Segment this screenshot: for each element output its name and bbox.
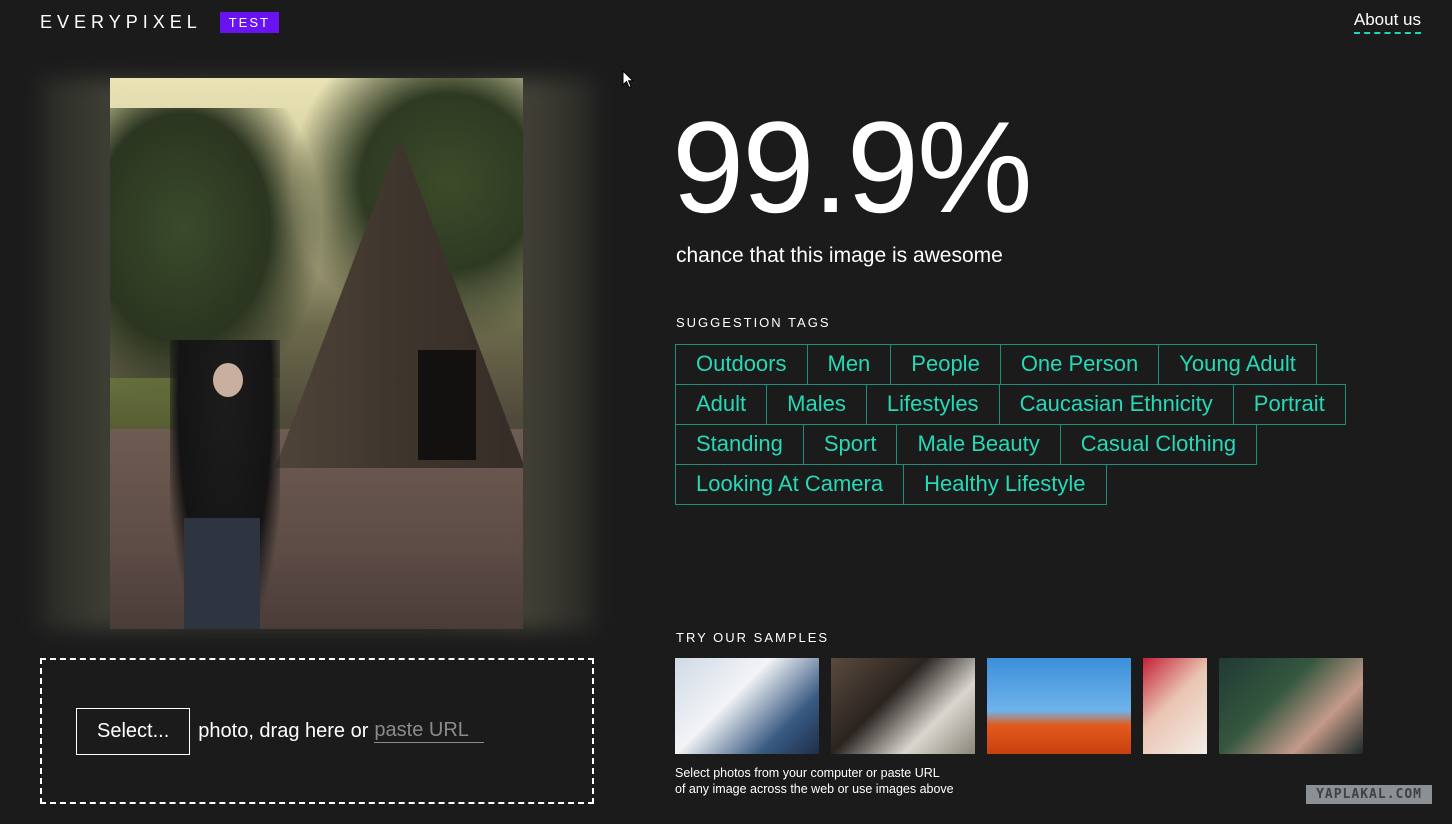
sample-business-team[interactable] (675, 658, 819, 754)
drop-instruction: photo, drag here or (198, 719, 369, 742)
sample-couple-forest[interactable] (1219, 658, 1363, 754)
logo-wordmark[interactable]: EVERYPIXEL (40, 12, 202, 33)
sample-red-dune[interactable] (987, 658, 1131, 754)
mouse-pointer-icon (622, 70, 634, 89)
samples-hint-line: of any image across the web or use image… (675, 782, 954, 796)
tag-row: Outdoors Men People One Person Young Adu… (675, 344, 1395, 385)
tag-item[interactable]: People (890, 344, 1001, 385)
tag-item[interactable]: Sport (802, 424, 898, 465)
tag-item[interactable]: Portrait (1232, 384, 1346, 425)
select-photo-button[interactable]: Select... (76, 707, 191, 755)
samples-hint: Select photos from your computer or past… (675, 765, 995, 797)
tag-item[interactable]: Caucasian Ethnicity (998, 384, 1234, 425)
tag-item[interactable]: Healthy Lifestyle (903, 464, 1107, 505)
tag-item[interactable]: Young Adult (1158, 344, 1317, 385)
tag-row: Looking At Camera Healthy Lifestyle (675, 464, 1395, 505)
awesome-score: 99.9% (672, 94, 1033, 240)
tag-item[interactable]: One Person (999, 344, 1160, 385)
about-us-link[interactable]: About us (1353, 10, 1421, 34)
sample-office-desk[interactable] (831, 658, 975, 754)
paste-url-input[interactable] (374, 719, 485, 743)
suggestion-tags: Outdoors Men People One Person Young Adu… (675, 344, 1395, 505)
test-badge: TEST (219, 12, 279, 33)
image-preview (40, 78, 595, 630)
uploaded-photo (110, 78, 523, 629)
tag-row: Adult Males Lifestyles Caucasian Ethnici… (675, 384, 1395, 425)
photo-pyramid-door (418, 350, 476, 460)
site-logo[interactable]: EVERYPIXEL TEST (40, 12, 279, 33)
tag-item[interactable]: Looking At Camera (675, 464, 905, 505)
samples-hint-line: Select photos from your computer or past… (675, 766, 940, 780)
tag-row: Standing Sport Male Beauty Casual Clothi… (675, 424, 1395, 465)
tag-item[interactable]: Outdoors (675, 344, 808, 385)
tag-item[interactable]: Casual Clothing (1059, 424, 1258, 465)
tag-item[interactable]: Men (806, 344, 892, 385)
sample-couple-winter[interactable] (1143, 658, 1207, 754)
suggestion-tags-label: SUGGESTION TAGS (676, 315, 831, 330)
tag-item[interactable]: Standing (675, 424, 804, 465)
photo-person-legs (184, 518, 260, 629)
sample-images (675, 658, 1375, 754)
tag-item[interactable]: Males (766, 384, 867, 425)
photo-person-face (213, 363, 243, 397)
samples-label: TRY OUR SAMPLES (676, 630, 830, 645)
watermark: YAPLAKAL.COM (1306, 785, 1432, 804)
score-caption: chance that this image is awesome (676, 244, 1003, 267)
tag-item[interactable]: Male Beauty (896, 424, 1061, 465)
tag-item[interactable]: Lifestyles (865, 384, 1000, 425)
tag-item[interactable]: Adult (675, 384, 768, 425)
upload-dropzone[interactable]: Select... photo, drag here or (40, 658, 594, 804)
